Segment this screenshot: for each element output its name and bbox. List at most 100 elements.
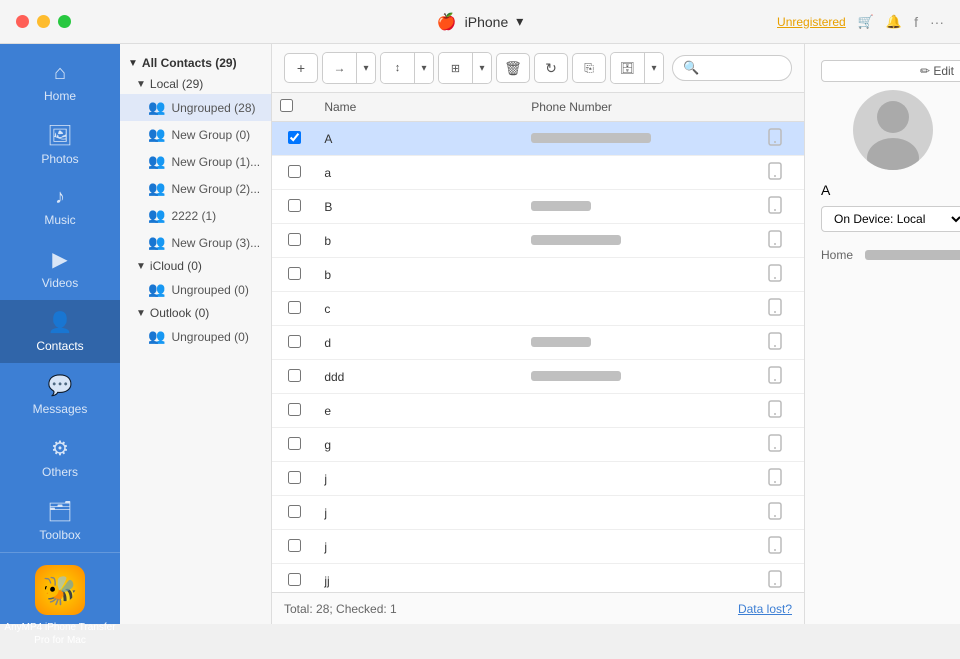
export-button[interactable]: ↕	[381, 53, 415, 83]
local-header[interactable]: ▼ Local (29)	[120, 74, 271, 94]
delete-button[interactable]: 🗑	[496, 53, 530, 83]
import-arrow-button[interactable]: ▾	[357, 53, 375, 83]
row-checkbox[interactable]	[288, 471, 301, 484]
row-checkbox[interactable]	[288, 199, 301, 212]
cart-icon[interactable]: 🛒	[858, 14, 874, 30]
chevron-down-icon[interactable]: ▾	[516, 13, 523, 30]
row-checkbox[interactable]	[288, 233, 301, 246]
group-icon: 👥	[148, 207, 165, 224]
outlook-label: Outlook (0)	[150, 306, 209, 320]
row-checkbox-cell	[272, 530, 316, 564]
table-row[interactable]: e	[272, 394, 804, 428]
sidebar-item-photos[interactable]: 🖼 Photos	[0, 113, 120, 176]
row-checkbox[interactable]	[288, 301, 301, 314]
app-logo: 🐝	[35, 565, 85, 615]
device-select[interactable]: On Device: Local On Device: iCloud	[821, 206, 960, 232]
search-input[interactable]	[705, 61, 785, 75]
table-row[interactable]: j	[272, 496, 804, 530]
table-row[interactable]: j	[272, 530, 804, 564]
tree-item-2222[interactable]: 👥 2222 (1)	[120, 202, 271, 229]
apple-logo-icon: 🍎	[437, 12, 457, 32]
tree-item-label: 2222 (1)	[171, 209, 216, 223]
row-phone	[523, 428, 759, 462]
refresh-button[interactable]: ↻	[534, 53, 568, 83]
transfer-button[interactable]: ⊞	[439, 53, 473, 83]
archive-group: 🗄 ▾	[610, 52, 664, 84]
row-checkbox[interactable]	[288, 505, 301, 518]
row-device-icon	[760, 496, 804, 530]
search-icon: 🔍	[683, 60, 699, 76]
sidebar-label-photos: Photos	[41, 152, 78, 166]
sidebar-item-music[interactable]: ♪ Music	[0, 176, 120, 237]
tree-item-ungrouped-local[interactable]: 👥 Ungrouped (28)	[120, 94, 271, 121]
all-contacts-header[interactable]: ▼ All Contacts (29)	[120, 52, 271, 74]
right-panel: ✏ Edit A On Device: Local On Device: iCl…	[804, 44, 960, 624]
table-row[interactable]: A	[272, 122, 804, 156]
import-export-group: → ▾	[322, 52, 376, 84]
add-button[interactable]: +	[284, 53, 318, 83]
facebook-icon[interactable]: f	[914, 14, 918, 30]
icloud-label: iCloud (0)	[150, 259, 202, 273]
sidebar-item-home[interactable]: ⌂ Home	[0, 52, 120, 113]
unregistered-link[interactable]: Unregistered	[777, 15, 846, 29]
row-checkbox[interactable]	[288, 335, 301, 348]
archive-arrow-button[interactable]: ▾	[645, 53, 663, 83]
edit-button[interactable]: ✏ Edit	[821, 60, 960, 82]
archive-button[interactable]: 🗄	[611, 53, 645, 83]
sidebar-item-others[interactable]: ⚙ Others	[0, 426, 120, 489]
table-row[interactable]: g	[272, 428, 804, 462]
close-button[interactable]	[16, 15, 29, 28]
maximize-button[interactable]	[58, 15, 71, 28]
row-checkbox-cell	[272, 462, 316, 496]
tree-item-new-group-3[interactable]: 👥 New Group (3)...	[120, 229, 271, 256]
table-row[interactable]: b	[272, 258, 804, 292]
icloud-header[interactable]: ▼ iCloud (0)	[120, 256, 271, 276]
bell-icon[interactable]: 🔔	[886, 14, 902, 30]
tree-item-new-group-2[interactable]: 👥 New Group (2)...	[120, 175, 271, 202]
tree-item-ungrouped-icloud[interactable]: 👥 Ungrouped (0)	[120, 276, 271, 303]
row-checkbox[interactable]	[288, 539, 301, 552]
table-row[interactable]: jj	[272, 564, 804, 593]
table-row[interactable]: b	[272, 224, 804, 258]
row-checkbox[interactable]	[288, 267, 301, 280]
col-device	[760, 93, 804, 122]
row-name: c	[316, 292, 523, 326]
row-checkbox-cell	[272, 394, 316, 428]
minimize-button[interactable]	[37, 15, 50, 28]
sidebar-item-messages[interactable]: 💬 Messages	[0, 363, 120, 426]
export-arrow-button[interactable]: ▾	[415, 53, 433, 83]
data-lost-link[interactable]: Data lost?	[738, 602, 792, 616]
select-all-checkbox[interactable]	[280, 99, 293, 112]
table-row[interactable]: B	[272, 190, 804, 224]
local-label: Local (29)	[150, 77, 203, 91]
row-checkbox[interactable]	[288, 369, 301, 382]
row-device-icon	[760, 462, 804, 496]
row-name: j	[316, 496, 523, 530]
row-checkbox[interactable]	[288, 131, 301, 144]
toolbar: + → ▾ ↕ ▾ ⊞ ▾ 🗑 ↻ ⎘ 🗄 ▾	[272, 44, 804, 93]
copy-button[interactable]: ⎘	[572, 53, 606, 83]
sidebar-item-contacts[interactable]: 👤 Contacts	[0, 300, 120, 363]
app-name-label: AnyMP4 iPhone Transfer Pro for Mac	[0, 621, 120, 647]
table-row[interactable]: c	[272, 292, 804, 326]
row-checkbox[interactable]	[288, 165, 301, 178]
sidebar-item-toolbox[interactable]: 🗂 Toolbox	[0, 489, 120, 552]
row-checkbox[interactable]	[288, 437, 301, 450]
outlook-header[interactable]: ▼ Outlook (0)	[120, 303, 271, 323]
export-group: ↕ ▾	[380, 52, 434, 84]
import-button[interactable]: →	[323, 53, 357, 83]
table-row[interactable]: ddd	[272, 360, 804, 394]
table-row[interactable]: a	[272, 156, 804, 190]
tree-item-label: Ungrouped (28)	[171, 101, 255, 115]
videos-icon: ▶	[52, 247, 67, 272]
table-row[interactable]: j	[272, 462, 804, 496]
tree-item-new-group-0[interactable]: 👥 New Group (0)	[120, 121, 271, 148]
row-checkbox[interactable]	[288, 573, 301, 586]
tree-item-ungrouped-outlook[interactable]: 👥 Ungrouped (0)	[120, 323, 271, 350]
transfer-arrow-button[interactable]: ▾	[473, 53, 491, 83]
tree-item-new-group-1[interactable]: 👥 New Group (1)...	[120, 148, 271, 175]
sidebar-item-videos[interactable]: ▶ Videos	[0, 237, 120, 300]
more-icon[interactable]: ···	[930, 14, 944, 30]
row-checkbox[interactable]	[288, 403, 301, 416]
table-row[interactable]: d	[272, 326, 804, 360]
